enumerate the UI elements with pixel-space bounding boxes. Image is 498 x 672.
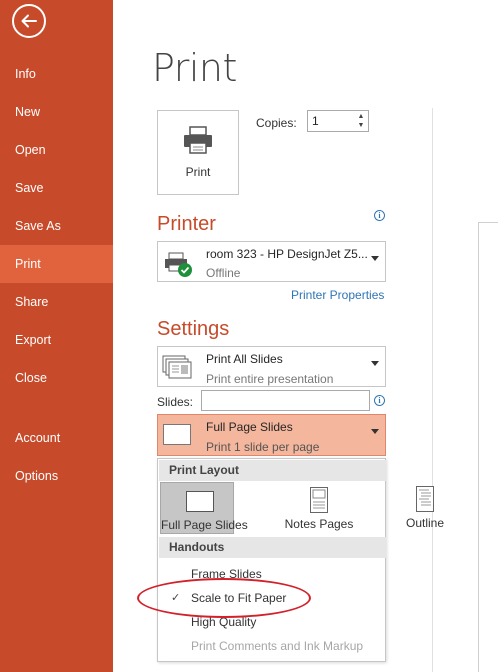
menu-label: Scale to Fit Paper — [191, 591, 287, 605]
print-button-label: Print — [185, 165, 211, 179]
copies-input[interactable] — [312, 113, 352, 129]
print-range-subtitle: Print entire presentation — [206, 372, 334, 386]
print-range-dropdown[interactable]: Print All Slides Print entire presentati… — [157, 346, 386, 387]
printer-status: Offline — [206, 266, 241, 280]
outline-page-icon — [416, 486, 434, 512]
slides-label: Slides: — [157, 395, 194, 409]
back-button[interactable] — [12, 4, 46, 38]
menu-label: Print Comments and Ink Markup — [191, 639, 364, 653]
nav-open[interactable]: Open — [0, 131, 113, 169]
nav-info[interactable]: Info — [0, 55, 113, 93]
menu-scale-to-fit-paper[interactable]: ✓ Scale to Fit Paper — [159, 587, 386, 609]
nav-account[interactable]: Account — [0, 419, 113, 457]
arrow-left-icon — [21, 14, 37, 28]
print-layout-dropdown[interactable]: Full Page Slides Print 1 slide per page — [157, 414, 386, 456]
settings-heading: Settings — [157, 318, 230, 340]
panel-divider — [432, 108, 433, 672]
info-icon[interactable]: i — [374, 395, 385, 406]
menu-label: Frame Slides — [191, 567, 262, 581]
nav-export[interactable]: Export — [0, 321, 113, 359]
page-title: Print — [152, 46, 237, 90]
nav-save[interactable]: Save — [0, 169, 113, 207]
chevron-down-icon — [371, 256, 379, 261]
notes-page-icon — [310, 487, 328, 513]
info-icon[interactable]: i — [374, 210, 385, 221]
full-page-slide-icon — [186, 491, 214, 512]
slides-stack-icon — [162, 355, 192, 379]
chevron-down-icon — [371, 429, 379, 434]
backstage-sidebar: Info New Open Save Save As Print Share E… — [0, 0, 113, 672]
printer-heading: Printer — [157, 213, 216, 235]
layout-notes-pages[interactable]: Notes Pages — [282, 482, 356, 534]
print-preview — [478, 222, 498, 672]
full-page-slide-icon — [163, 424, 191, 445]
print-layout-subtitle: Print 1 slide per page — [206, 440, 320, 454]
nav-close[interactable]: Close — [0, 359, 113, 397]
menu-label: High Quality — [191, 615, 257, 629]
menu-print-comments: Print Comments and Ink Markup — [159, 635, 386, 657]
nav-new[interactable]: New — [0, 93, 113, 131]
handouts-header: Handouts — [159, 537, 386, 558]
printer-properties-link[interactable]: Printer Properties — [291, 288, 384, 302]
layout-outline-option[interactable]: Outline — [388, 481, 462, 533]
chevron-down-icon — [371, 361, 379, 366]
spin-up-icon[interactable]: ▲ — [356, 112, 366, 121]
print-layout-title: Full Page Slides — [206, 420, 293, 434]
layout-full-page-slides[interactable]: Full Page Slides — [160, 482, 248, 534]
nav-share[interactable]: Share — [0, 283, 113, 321]
layout-label: Notes Pages — [284, 517, 354, 531]
slides-input[interactable] — [201, 390, 370, 411]
printer-status-icon — [165, 252, 192, 277]
checkmark-icon: ✓ — [171, 592, 181, 604]
print-button[interactable]: Print — [157, 110, 239, 195]
printer-dropdown[interactable]: room 323 - HP DesignJet Z5... Offline — [157, 241, 386, 282]
print-layout-header: Print Layout — [159, 460, 386, 481]
copies-stepper[interactable]: ▲ ▼ — [307, 110, 369, 132]
layout-label: Outline — [405, 516, 445, 530]
menu-frame-slides[interactable]: Frame Slides — [159, 563, 386, 585]
spin-down-icon[interactable]: ▼ — [356, 121, 366, 130]
printer-name: room 323 - HP DesignJet Z5... — [206, 247, 368, 261]
print-layout-menu: Print Layout Full Page Slides Notes Page… — [157, 458, 386, 662]
print-range-title: Print All Slides — [206, 352, 283, 366]
printer-icon — [184, 126, 212, 154]
nav-options[interactable]: Options — [0, 457, 113, 495]
layout-label: Full Page Slides — [161, 518, 248, 532]
menu-high-quality[interactable]: High Quality — [159, 611, 386, 633]
nav-save-as[interactable]: Save As — [0, 207, 113, 245]
copies-label: Copies: — [256, 116, 297, 130]
nav-print[interactable]: Print — [0, 245, 113, 283]
